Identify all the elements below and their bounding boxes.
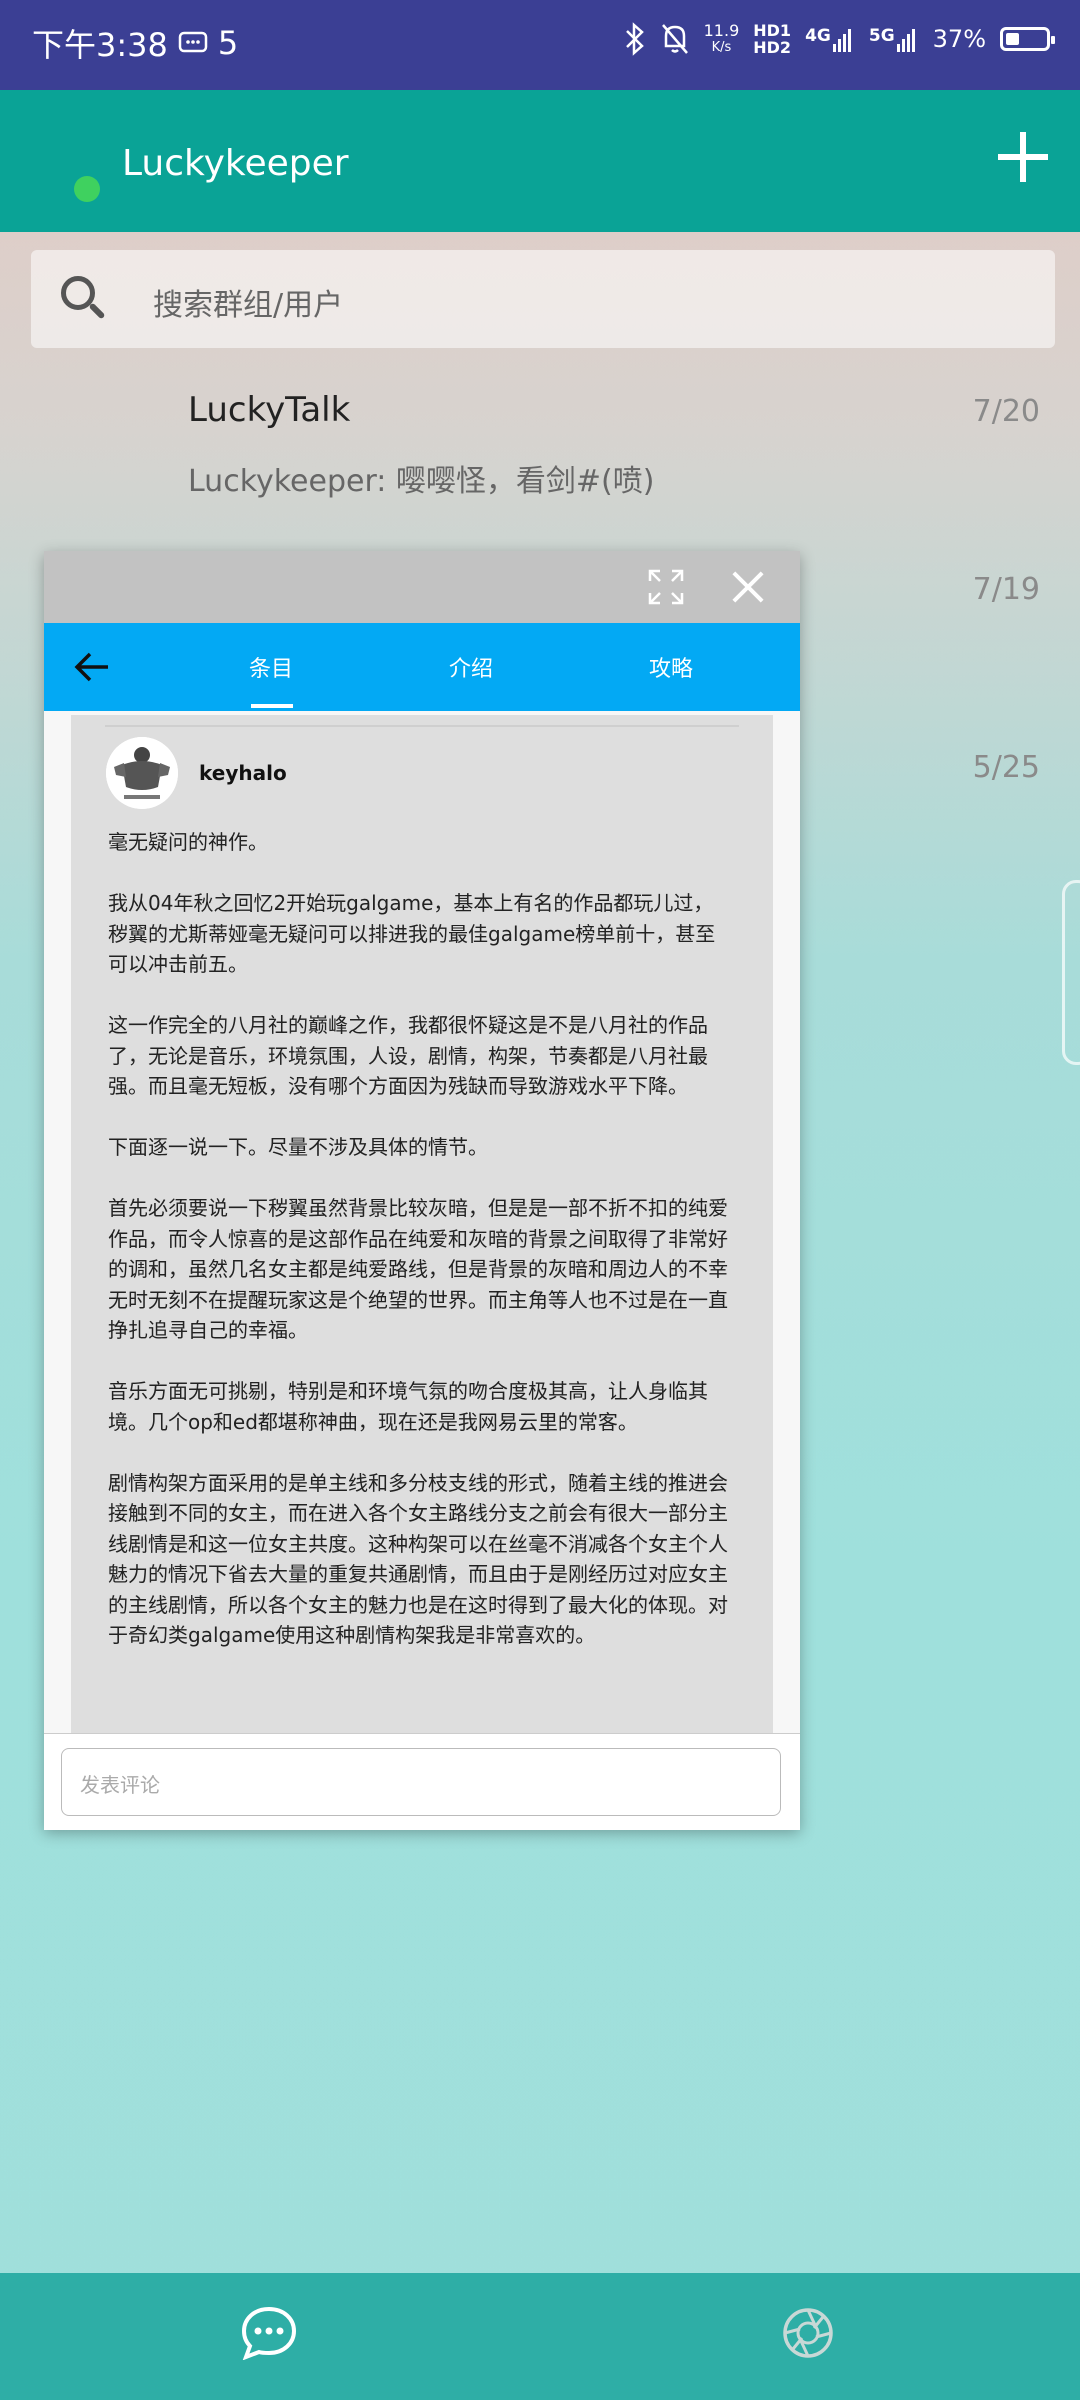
hd-indicator: HD1 HD2 [753, 22, 791, 56]
review-paragraph: 毫无疑问的神作。 [108, 830, 268, 854]
net-speed-unit: K/s [711, 40, 732, 55]
app-bar: Luckykeeper [0, 90, 1080, 232]
online-status-dot [74, 176, 100, 202]
signal-4g: 4G [805, 26, 855, 52]
review-username[interactable]: keyhalo [199, 761, 287, 785]
label-4g: 4G [805, 26, 831, 46]
app-title: Luckykeeper [122, 143, 349, 184]
review-paragraph: 这一作完全的八月社的巅峰之作，我都很怀疑这是不是八月社的作品了，无论是音乐，环境… [108, 1013, 708, 1098]
status-right: 11.9 K/s HD1 HD2 4G 5G 37% [624, 22, 1055, 56]
tab-intro[interactable]: 介绍 [411, 651, 531, 683]
chat-bubble-icon[interactable] [241, 2306, 297, 2360]
active-tab-indicator [251, 704, 293, 708]
back-arrow-icon[interactable] [74, 651, 110, 683]
add-button[interactable] [998, 132, 1048, 182]
tab-guide[interactable]: 攻略 [611, 651, 731, 683]
signal-5g: 5G [869, 26, 919, 52]
status-bar: 下午3:38 5 11.9 K/s HD1 HD2 4G 5G 37% [0, 0, 1080, 90]
review-paragraph: 剧情构架方面采用的是单主线和多分枝支线的形式，随着主线的推进会接触到不同的女主，… [108, 1470, 728, 1648]
clock: 下午3:38 [32, 26, 168, 64]
comment-bar: 发表评论 [44, 1733, 800, 1830]
search-bar[interactable]: 搜索群组/用户 [31, 250, 1055, 348]
shutter-icon[interactable] [782, 2307, 834, 2359]
mute-bell-icon [661, 24, 688, 54]
review-card: keyhalo 毫无疑问的神作。 我从04年秋之回忆2开始玩galgame，基本… [71, 715, 773, 1733]
search-placeholder: 搜索群组/用户 [153, 288, 344, 323]
chat-date: 7/19 [972, 572, 1040, 607]
avatar[interactable] [106, 737, 178, 809]
search-icon [61, 276, 95, 310]
hd2-label: HD2 [753, 38, 792, 57]
chat-name: LuckyTalk [188, 390, 351, 430]
net-speed: 11.9 K/s [704, 22, 740, 56]
chat-preview: Luckykeeper: 嘤嘤怪，看剑#(喷) [188, 464, 655, 499]
review-text: 毫无疑问的神作。 我从04年秋之回忆2开始玩galgame，基本上有名的作品都玩… [108, 827, 728, 1681]
battery-icon [1000, 27, 1055, 51]
net-speed-value: 11.9 [703, 21, 740, 40]
label-5g: 5G [868, 26, 895, 46]
signal-bars-icon [832, 29, 851, 52]
chat-date: 7/20 [972, 394, 1040, 429]
floating-window: 条目 介绍 攻略 keyhalo 毫无疑问的神作。 我从04年秋之回忆2开始玩g… [44, 551, 800, 1830]
review-paragraph: 音乐方面无可挑剔，特别是和环境气氛的吻合度极其高，让人身临其境。几个op和ed都… [108, 1379, 708, 1434]
side-edge-handle[interactable] [1062, 880, 1080, 1065]
status-left: 下午3:38 5 [32, 20, 238, 66]
review-paragraph: 我从04年秋之回忆2开始玩galgame，基本上有名的作品都玩儿过，秽翼的尤斯蒂… [108, 891, 716, 976]
battery-percent: 37% [932, 25, 986, 53]
avatar-image [106, 737, 178, 809]
bottom-nav [0, 2273, 1080, 2400]
popup-nav-bar: 条目 介绍 攻略 [44, 623, 800, 711]
chat-list-item[interactable]: LuckyTalk Luckykeeper: 嘤嘤怪，看剑#(喷) 7/20 [0, 360, 1080, 520]
tab-entry[interactable]: 条目 [211, 651, 331, 683]
review-paragraph: 首先必须要说一下秽翼虽然背景比较灰暗，但是是一部不折不扣的纯爱作品，而令人惊喜的… [108, 1196, 728, 1342]
signal-bars-icon [896, 29, 915, 52]
close-icon[interactable] [728, 567, 768, 607]
divider [105, 725, 739, 727]
comment-placeholder: 发表评论 [80, 1773, 160, 1797]
comment-input[interactable]: 发表评论 [61, 1748, 781, 1816]
review-paragraph: 下面逐一说一下。尽量不涉及具体的情节。 [108, 1135, 488, 1159]
bluetooth-icon [625, 22, 644, 56]
notification-count: 5 [217, 24, 239, 62]
expand-icon[interactable] [648, 569, 684, 605]
chat-date: 5/25 [972, 750, 1040, 785]
hd1-label: HD1 [753, 21, 792, 40]
message-notification-icon [178, 31, 208, 53]
window-titlebar [44, 551, 800, 623]
